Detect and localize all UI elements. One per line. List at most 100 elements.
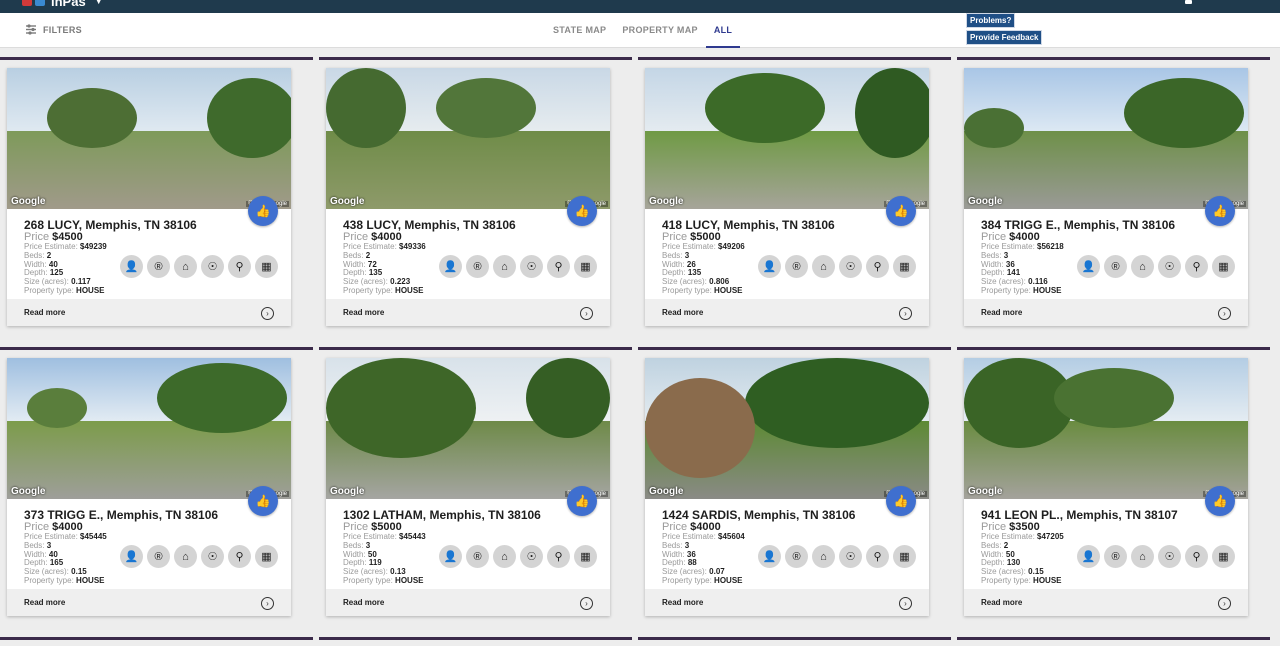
read-more-link[interactable]: Read more <box>343 308 384 317</box>
street-view-photo[interactable]: Google ©2018 Google <box>7 358 291 499</box>
size-value: 0.07 <box>709 567 725 577</box>
registered-icon[interactable]: ® <box>147 255 170 278</box>
registered-icon[interactable]: ® <box>785 255 808 278</box>
tab-state-map[interactable]: STATE MAP <box>545 13 614 48</box>
size-label: Size (acres): <box>24 277 69 287</box>
property-card[interactable]: Google ©2018 Google 👍 418 LUCY, Memphis,… <box>645 68 929 326</box>
map-icon[interactable]: ▦ <box>893 545 916 568</box>
home-icon[interactable]: ⌂ <box>1131 545 1154 568</box>
location-icon[interactable]: ⚲ <box>866 255 889 278</box>
property-card[interactable]: Google ©2018 Google 👍 1424 SARDIS, Memph… <box>645 358 929 616</box>
home-icon[interactable]: ⌂ <box>174 255 197 278</box>
pin-icon[interactable]: ☉ <box>201 255 224 278</box>
width-value: 40 <box>48 259 58 269</box>
chevron-right-icon[interactable]: › <box>580 307 593 320</box>
home-icon[interactable]: ⌂ <box>174 545 197 568</box>
person-icon[interactable]: 👤 <box>758 545 781 568</box>
map-icon[interactable]: ▦ <box>1212 255 1235 278</box>
registered-icon[interactable]: ® <box>147 545 170 568</box>
property-card[interactable]: Google ©2018 Google 👍 438 LUCY, Memphis,… <box>326 68 610 326</box>
chevron-right-icon[interactable]: › <box>899 307 912 320</box>
street-view-photo[interactable]: Google ©2018 Google <box>7 68 291 209</box>
property-card[interactable]: Google ©2018 Google 👍 268 LUCY, Memphis,… <box>7 68 291 326</box>
filters-toggle[interactable]: FILTERS <box>25 24 82 35</box>
type-value: HOUSE <box>76 575 105 585</box>
location-icon[interactable]: ⚲ <box>1185 255 1208 278</box>
street-view-photo[interactable]: Google ©2018 Google <box>964 68 1248 209</box>
person-icon[interactable]: 👤 <box>120 255 143 278</box>
map-icon[interactable]: ▦ <box>574 545 597 568</box>
street-view-photo[interactable]: Google ©2018 Google <box>645 358 929 499</box>
map-icon[interactable]: ▦ <box>1212 545 1235 568</box>
tab-property-map[interactable]: PROPERTY MAP <box>614 13 705 48</box>
property-card[interactable]: Google ©2018 Google 👍 384 TRIGG E., Memp… <box>964 68 1248 326</box>
read-more-link[interactable]: Read more <box>662 308 703 317</box>
home-icon[interactable]: ⌂ <box>1131 255 1154 278</box>
tab-all[interactable]: ALL <box>705 13 741 48</box>
registered-icon[interactable]: ® <box>1104 545 1127 568</box>
registered-icon[interactable]: ® <box>785 545 808 568</box>
read-more-link[interactable]: Read more <box>24 308 65 317</box>
street-view-photo[interactable]: Google ©2018 Google <box>964 358 1248 499</box>
read-more-link[interactable]: Read more <box>343 598 384 607</box>
location-icon[interactable]: ⚲ <box>228 545 251 568</box>
property-card[interactable]: Google ©2018 Google 👍 1302 LATHAM, Memph… <box>326 358 610 616</box>
read-more-link[interactable]: Read more <box>981 598 1022 607</box>
app-logo[interactable]: inPas ▼ <box>22 0 103 9</box>
width-label: Width: <box>343 259 366 269</box>
map-icon[interactable]: ▦ <box>574 255 597 278</box>
property-card[interactable]: Google ©2018 Google 👍 941 LEON PL., Memp… <box>964 358 1248 616</box>
read-more-link[interactable]: Read more <box>24 598 65 607</box>
map-icon[interactable]: ▦ <box>893 255 916 278</box>
google-watermark: Google <box>968 196 1003 207</box>
location-icon[interactable]: ⚲ <box>866 545 889 568</box>
pin-icon[interactable]: ☉ <box>839 545 862 568</box>
person-icon[interactable]: 👤 <box>1077 255 1100 278</box>
property-card[interactable]: Google ©2018 Google 👍 373 TRIGG E., Memp… <box>7 358 291 616</box>
chevron-right-icon[interactable]: › <box>580 597 593 610</box>
read-more-link[interactable]: Read more <box>981 308 1022 317</box>
home-icon[interactable]: ⌂ <box>812 545 835 568</box>
chevron-right-icon[interactable]: › <box>1218 597 1231 610</box>
card-footer: Read more › <box>7 589 291 616</box>
chevron-right-icon[interactable]: › <box>1218 307 1231 320</box>
registered-icon[interactable]: ® <box>1104 255 1127 278</box>
location-icon[interactable]: ⚲ <box>547 255 570 278</box>
registered-icon[interactable]: ® <box>466 255 489 278</box>
home-icon[interactable]: ⌂ <box>812 255 835 278</box>
chevron-down-icon[interactable]: ▼ <box>95 0 103 6</box>
pin-icon[interactable]: ☉ <box>1158 545 1181 568</box>
location-icon[interactable]: ⚲ <box>547 545 570 568</box>
street-view-photo[interactable]: Google ©2018 Google <box>645 68 929 209</box>
chevron-right-icon[interactable]: › <box>261 597 274 610</box>
person-icon[interactable]: 👤 <box>439 545 462 568</box>
problems-button[interactable]: Problems? <box>966 13 1016 28</box>
pin-icon[interactable]: ☉ <box>520 255 543 278</box>
chevron-right-icon[interactable]: › <box>899 597 912 610</box>
account-icon[interactable] <box>1185 0 1192 4</box>
feedback-button[interactable]: Provide Feedback <box>966 30 1043 45</box>
street-view-photo[interactable]: Google ©2018 Google <box>326 68 610 209</box>
home-icon[interactable]: ⌂ <box>493 255 516 278</box>
registered-icon[interactable]: ® <box>466 545 489 568</box>
home-icon[interactable]: ⌂ <box>493 545 516 568</box>
person-icon[interactable]: 👤 <box>120 545 143 568</box>
chevron-right-icon[interactable]: › <box>261 307 274 320</box>
street-view-photo[interactable]: Google ©2018 Google <box>326 358 610 499</box>
map-icon[interactable]: ▦ <box>255 255 278 278</box>
read-more-link[interactable]: Read more <box>662 598 703 607</box>
google-watermark: Google <box>649 486 684 497</box>
thumbs-up-icon: 👍 <box>574 204 590 218</box>
location-icon[interactable]: ⚲ <box>228 255 251 278</box>
size-label: Size (acres): <box>981 277 1026 287</box>
person-icon[interactable]: 👤 <box>1077 545 1100 568</box>
estimate-value: $49206 <box>718 242 745 251</box>
pin-icon[interactable]: ☉ <box>201 545 224 568</box>
pin-icon[interactable]: ☉ <box>520 545 543 568</box>
pin-icon[interactable]: ☉ <box>1158 255 1181 278</box>
person-icon[interactable]: 👤 <box>758 255 781 278</box>
map-icon[interactable]: ▦ <box>255 545 278 568</box>
pin-icon[interactable]: ☉ <box>839 255 862 278</box>
person-icon[interactable]: 👤 <box>439 255 462 278</box>
location-icon[interactable]: ⚲ <box>1185 545 1208 568</box>
